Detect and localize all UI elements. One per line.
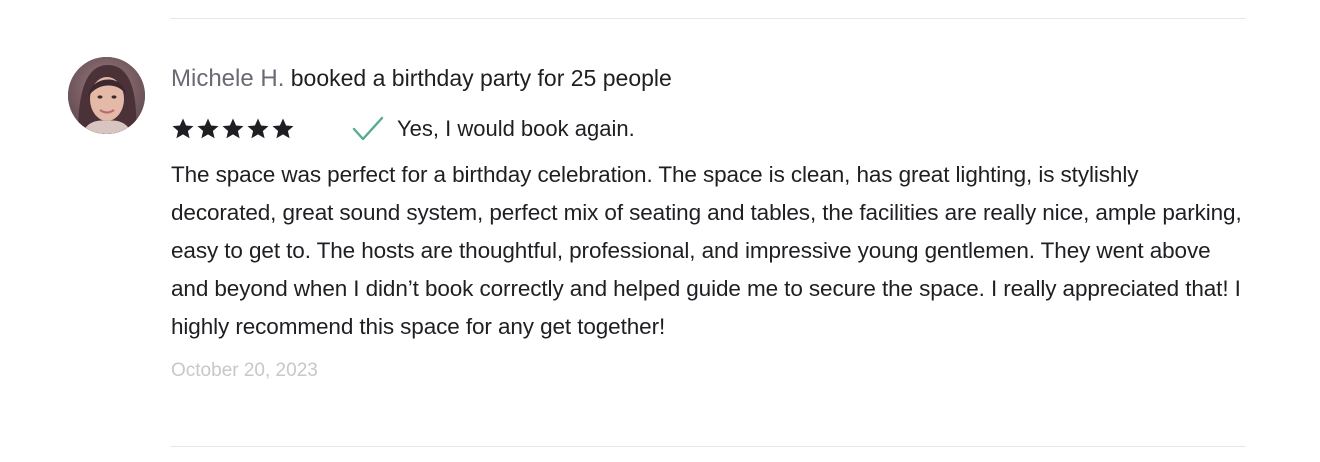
review-headline: Michele H. booked a birthday party for 2… (171, 58, 1246, 98)
top-divider (170, 18, 1246, 19)
star-icon (272, 118, 294, 139)
rating-row: Yes, I would book again. (171, 112, 1246, 146)
star-icon (222, 118, 244, 139)
reviewer-name[interactable]: Michele H. (171, 65, 284, 92)
check-icon (352, 116, 384, 141)
booking-summary: booked a birthday party for 25 people (290, 65, 672, 91)
bottom-divider (170, 446, 1246, 447)
star-icon (172, 118, 194, 139)
book-again-indicator: Yes, I would book again. (351, 114, 635, 144)
star-icon (247, 118, 269, 139)
star-icon (197, 118, 219, 139)
book-again-label: Yes, I would book again. (397, 116, 635, 141)
review-text: The space was perfect for a birthday cel… (171, 162, 1242, 339)
review-card: Michele H. booked a birthday party for 2… (171, 58, 1246, 382)
review-date: October 20, 2023 (171, 360, 318, 381)
avatar (68, 57, 145, 134)
star-rating (171, 117, 295, 141)
